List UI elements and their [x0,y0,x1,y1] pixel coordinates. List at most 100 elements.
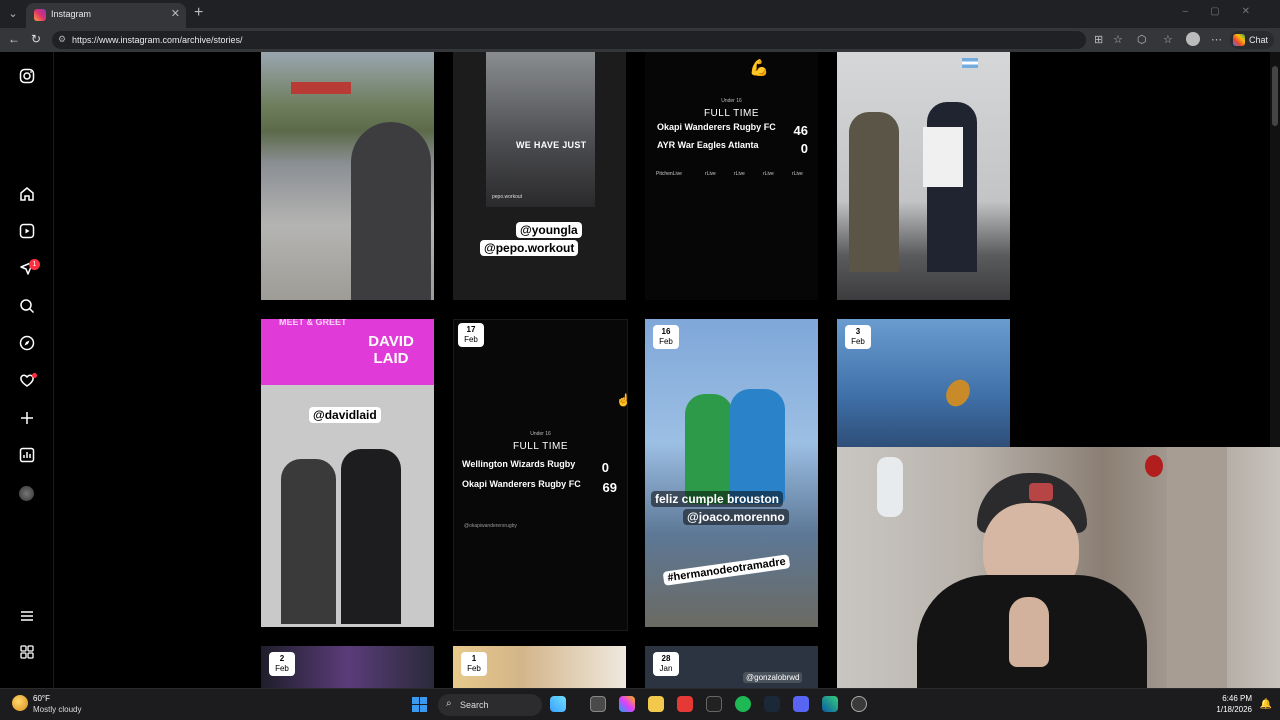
story-tile-birthday[interactable]: 16 Feb feliz cumple brouston @joaco.more… [645,319,818,627]
stream-logo: rLive [763,171,774,177]
team-score: 0 [601,460,609,475]
new-tab-icon[interactable]: + [194,4,203,22]
team-name: Okapi Wanderers Rugby FC [462,479,581,489]
favorites-icon[interactable]: ☆ [1163,33,1173,46]
mention-sticker: @davidlaid [309,407,381,423]
profile-avatar[interactable] [19,486,34,501]
chat-label: Chat [1249,35,1269,45]
back-icon[interactable]: ← [8,32,20,46]
story-tile-room[interactable]: 3 Feb [837,319,1010,447]
story-caption: WE HAVE JUST [516,140,587,150]
jersey [923,127,963,187]
favorite-star-icon[interactable]: ☆ [1113,33,1123,46]
site-info-icon[interactable]: ⚙ [58,34,66,45]
reels-icon[interactable] [18,223,36,241]
task-view-icon[interactable] [590,696,606,712]
tab-search-icon[interactable]: ⌄ [4,5,22,23]
file-explorer-icon[interactable] [648,696,664,712]
date-badge: 17 Feb [458,323,484,347]
discord-icon[interactable] [793,696,809,712]
date-month: Feb [464,335,478,344]
app-icon[interactable] [706,696,722,712]
team-name: Okapi Wanderers Rugby FC [657,122,776,132]
notification-bell-icon[interactable]: 🔔 [1260,699,1272,710]
cap-logo [1029,483,1053,501]
address-bar-row: ← ↻ ⚙ https://www.instagram.com/archive/… [0,28,1280,52]
window-controls[interactable]: –▢✕ [1183,6,1272,17]
story-tile-feb-2[interactable]: 2 Feb [261,646,434,688]
story-tile-score-46-0[interactable]: 💪 Under 16 FULL TIME Okapi Wanderers Rug… [645,52,818,300]
url-field[interactable]: ⚙ https://www.instagram.com/archive/stor… [52,31,1086,49]
punching-bag [1145,455,1163,477]
baby-outfit [877,457,903,517]
story-tile-stadium[interactable] [261,52,434,300]
stream-logo: PitchenLive [656,171,682,177]
date-badge: 1 Feb [461,652,487,676]
chrome-app-icon[interactable] [851,696,867,712]
menu-icon[interactable] [18,608,36,626]
close-tab-icon[interactable]: ✕ [171,7,180,20]
date-month: Feb [851,337,865,346]
story-tile-david-laid[interactable]: MEET & GREET DAVID LAID @davidlaid [261,319,434,627]
score-card: Under 16 FULL TIME Wellington Wizards Ru… [454,431,627,529]
extensions-icon[interactable]: ⬡ [1137,33,1147,46]
create-icon[interactable] [18,410,36,428]
refresh-icon[interactable]: ↻ [31,32,41,46]
football-object [941,375,975,411]
browser-tab-bar: ⌄ Instagram ✕ + –▢✕ [0,0,1280,28]
youtube-icon[interactable] [677,696,693,712]
edge-icon[interactable] [822,696,838,712]
date-day: 16 [661,327,671,336]
date-month: Feb [467,664,481,673]
date-badge: 28 Jan [653,652,679,676]
clock-date: 1/18/2026 [1216,705,1252,714]
home-icon[interactable] [18,186,36,204]
event-banner: MEET & GREET DAVID LAID [261,319,434,385]
mouse-cursor-icon: ☝ [616,393,627,407]
team-score: 46 [793,123,808,138]
app-available-icon[interactable]: ⊞ [1094,33,1103,46]
weather-sun-icon[interactable] [12,695,28,711]
copilot-chat-button[interactable]: Chat [1230,31,1274,49]
instagram-logo-icon[interactable] [18,68,36,86]
team-score: 0 [800,141,808,156]
widgets-icon[interactable] [550,696,566,712]
scrollbar-thumb[interactable] [1272,66,1278,126]
door [1167,447,1227,695]
person-green-hoodie [685,394,733,504]
more-options-icon[interactable]: ⋯ [1211,33,1222,46]
profile-icon[interactable] [1186,32,1200,46]
search-icon: ⌕ [446,698,452,709]
tab-title: Instagram [51,9,92,19]
date-month: Feb [659,337,673,346]
team-score: 69 [602,480,617,495]
instagram-sidebar: 1 [0,52,54,688]
dashboard-icon[interactable] [18,447,36,465]
flexed-biceps-emoji: 💪 [749,60,769,77]
search-icon[interactable] [18,298,36,316]
stream-logo: rLive [734,171,745,177]
spotify-icon[interactable] [735,696,751,712]
explore-icon[interactable] [18,335,36,353]
story-tile-we-have-just[interactable]: WE HAVE JUST pepo.workout @youngla @pepo… [453,52,626,300]
search-label: Search [460,700,489,710]
match-status: FULL TIME [703,108,760,119]
date-month: Feb [275,664,289,673]
tab-instagram[interactable]: Instagram ✕ [26,3,186,28]
steam-icon[interactable] [764,696,780,712]
story-tile-score-0-69[interactable]: 17 Feb Under 16 FULL TIME Wellington Wiz… [453,319,628,631]
story-tile-jan-28[interactable]: 28 Jan @gonzalobrwd [645,646,818,688]
stream-logo: rLive [792,171,803,177]
score-card: Under 16 FULL TIME Okapi Wanderers Rugby… [645,98,818,181]
clock-time: 6:46 PM [1222,694,1252,703]
copilot-app-icon[interactable] [619,696,635,712]
date-badge: 3 Feb [845,325,871,349]
story-tile-feb-1[interactable]: 1 Feb [453,646,626,688]
also-from-meta-icon[interactable] [18,644,36,662]
taskbar-search[interactable]: ⌕ Search [438,694,542,716]
story-video-frame: WE HAVE JUST pepo.workout [486,52,595,207]
windows-start-icon[interactable] [412,697,427,712]
team-name: Wellington Wizards Rugby [462,459,576,469]
story-tile-jersey[interactable] [837,52,1010,300]
message-count-badge: 1 [29,259,40,270]
